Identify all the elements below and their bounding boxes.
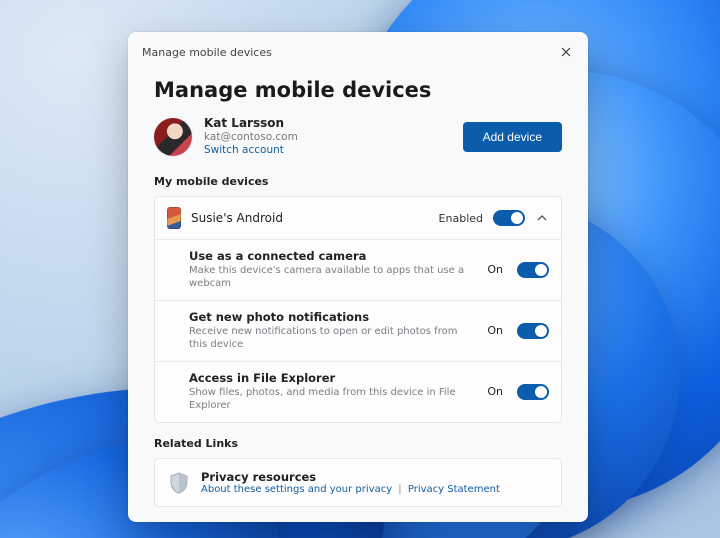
setting-toggle-explorer[interactable] — [517, 384, 549, 400]
page-title: Manage mobile devices — [154, 78, 562, 102]
close-button[interactable] — [554, 40, 578, 64]
privacy-about-link[interactable]: About these settings and your privacy — [201, 484, 392, 495]
setting-state: On — [487, 263, 503, 276]
chevron-up-icon — [535, 211, 549, 225]
link-separator: | — [398, 484, 401, 495]
device-state-label: Enabled — [439, 212, 483, 225]
device-header[interactable]: Susie's Android Enabled — [155, 197, 561, 239]
devices-section-label: My mobile devices — [154, 175, 562, 188]
setting-title: Get new photo notifications — [189, 310, 469, 324]
device-enabled-toggle[interactable] — [493, 210, 525, 226]
device-card: Susie's Android Enabled Use as a connect… — [154, 196, 562, 423]
setting-desc: Show files, photos, and media from this … — [189, 386, 469, 412]
switch-account-link[interactable]: Switch account — [204, 144, 451, 157]
setting-state: On — [487, 385, 503, 398]
account-email: kat@contoso.com — [204, 131, 451, 144]
setting-photo-notifications: Get new photo notifications Receive new … — [155, 301, 561, 361]
setting-title: Use as a connected camera — [189, 249, 469, 263]
device-name: Susie's Android — [191, 211, 429, 225]
add-device-button[interactable]: Add device — [463, 122, 562, 152]
account-name: Kat Larsson — [204, 116, 451, 131]
setting-toggle-camera[interactable] — [517, 262, 549, 278]
titlebar: Manage mobile devices — [128, 32, 588, 70]
account-row: Kat Larsson kat@contoso.com Switch accou… — [154, 116, 562, 157]
related-links-card: Privacy resources About these settings a… — [154, 458, 562, 507]
setting-file-explorer: Access in File Explorer Show files, phot… — [155, 362, 561, 422]
avatar — [154, 118, 192, 156]
close-icon — [561, 47, 571, 57]
setting-desc: Receive new notifications to open or edi… — [189, 325, 469, 351]
window-title: Manage mobile devices — [142, 46, 272, 59]
phone-icon — [167, 207, 181, 229]
related-title: Privacy resources — [201, 470, 500, 484]
settings-dialog: Manage mobile devices Manage mobile devi… — [128, 32, 588, 522]
setting-toggle-photos[interactable] — [517, 323, 549, 339]
setting-title: Access in File Explorer — [189, 371, 469, 385]
related-section-label: Related Links — [154, 437, 562, 450]
privacy-statement-link[interactable]: Privacy Statement — [408, 484, 500, 495]
setting-connected-camera: Use as a connected camera Make this devi… — [155, 240, 561, 300]
setting-desc: Make this device's camera available to a… — [189, 264, 469, 290]
setting-state: On — [487, 324, 503, 337]
shield-icon — [169, 472, 189, 494]
